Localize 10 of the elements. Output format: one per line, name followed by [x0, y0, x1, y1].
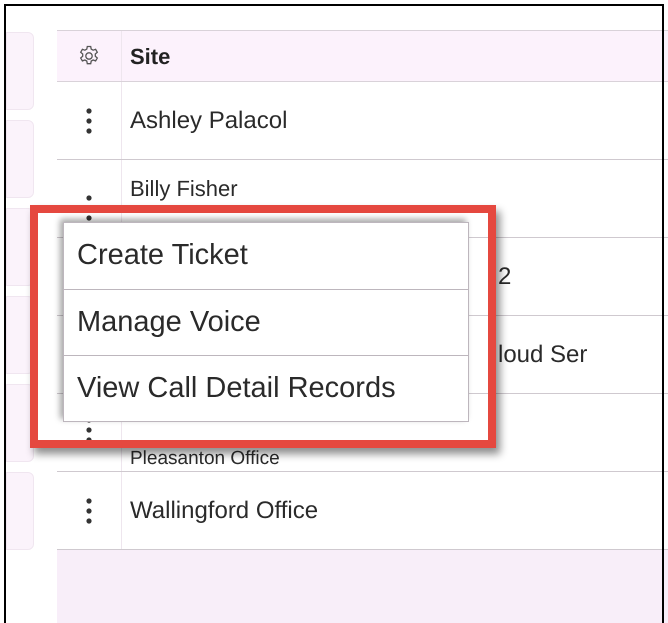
table-cell-text: 2	[497, 262, 512, 292]
table-cell-text: Ashley Palacol	[129, 106, 288, 136]
menu-item[interactable]: Manage Voice	[64, 289, 468, 355]
table-cell-text: loud Ser	[497, 340, 588, 370]
menu-item[interactable]: View Call Detail Records	[64, 355, 468, 421]
menu-item[interactable]: Create Ticket	[64, 223, 468, 289]
table-cell-text: Wallingford Office	[129, 496, 318, 526]
column-header: Site	[129, 42, 170, 70]
table-cell-text: Pleasanton Office	[129, 448, 280, 471]
table-cell-text: Billy Fisher	[129, 175, 238, 202]
